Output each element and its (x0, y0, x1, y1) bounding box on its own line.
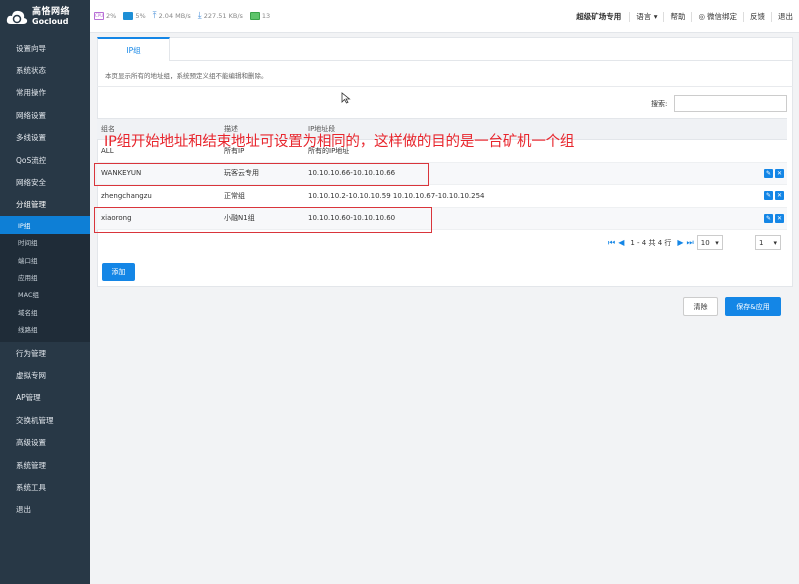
online-devices-icon (249, 12, 260, 20)
sidebar-item-ap[interactable]: AP管理 (0, 387, 90, 409)
mem-value: 5% (135, 12, 146, 20)
topbar: CPU 2% 5% ⤒ 2.04 MB/s ⤓ 227.51 KB/s 13 超级矿场… (90, 0, 799, 33)
edit-icon[interactable]: ✎ (764, 168, 773, 178)
add-button[interactable]: 添加 (102, 263, 135, 281)
help-link[interactable]: 帮助 (663, 11, 691, 22)
sidebar-subitem-mac-group[interactable]: MAC组 (0, 285, 90, 304)
language-label: 语言 (636, 11, 652, 21)
sidebar: 高恪网络 Gocloud 设置向导 系统状态 常用操作 网络设置 多线设置 Qo… (0, 0, 90, 584)
next-page-icon[interactable]: ▶ (677, 238, 683, 247)
annotation-text: IP组开始地址和结束地址可设置为相同的，这样做的目的是一台矿机一个组 (104, 134, 575, 150)
search-input[interactable] (674, 95, 787, 112)
logo: 高恪网络 Gocloud (0, 0, 90, 33)
page-note: 本页显示所有的地址组，系统预定义组不能编辑和删除。 (105, 72, 268, 80)
chevron-down-icon: ▾ (773, 238, 777, 247)
sidebar-item-logout[interactable]: 退出 (0, 499, 90, 521)
delete-icon[interactable]: ✕ (775, 168, 784, 178)
page-size-select[interactable]: 10 ▾ (696, 235, 723, 250)
wechat-icon: ◎ (698, 11, 705, 21)
last-page-icon[interactable]: ⏭ (687, 238, 694, 248)
chevron-down-icon: ▾ (653, 11, 658, 21)
cell-desc: 正常组 (224, 191, 245, 200)
sidebar-item-system-mgmt[interactable]: 系统管理 (0, 454, 90, 476)
page-value: 1 (759, 238, 764, 247)
sidebar-item-setup-wizard[interactable]: 设置向导 (0, 37, 90, 59)
first-page-icon[interactable]: ⏮ (608, 238, 615, 248)
memory-icon (123, 12, 134, 20)
feedback-link[interactable]: 反馈 (743, 11, 771, 22)
wechat-label: 微信绑定 (707, 11, 737, 21)
chevron-down-icon: ▾ (715, 238, 719, 247)
sidebar-item-system-tools[interactable]: 系统工具 (0, 476, 90, 498)
search-label: 搜索: (651, 100, 668, 108)
sidebar-subitem-line-group[interactable]: 线路组 (0, 320, 90, 338)
clear-button[interactable]: 清除 (683, 297, 718, 316)
brand-en: Gocloud (32, 16, 69, 26)
mouse-cursor-icon (341, 92, 351, 104)
table-row: zhengchangzu 正常组 10.10.10.2-10.10.10.59 … (97, 185, 787, 208)
sidebar-item-network-settings[interactable]: 网络设置 (0, 104, 90, 126)
sidebar-item-advanced[interactable]: 高级设置 (0, 431, 90, 453)
delete-icon[interactable]: ✕ (775, 213, 784, 223)
download-value: 227.51 KB/s (203, 12, 243, 20)
annotation-box-wankeyun (94, 163, 429, 186)
cloud-logo-icon (6, 8, 28, 26)
cell-ip: 10.10.10.2-10.10.10.59 10.10.10.67-10.10… (308, 191, 485, 200)
cpu-value: 2% (106, 12, 117, 20)
sidebar-item-system-status[interactable]: 系统状态 (0, 59, 90, 81)
upload-arrow-icon: ⤒ (152, 11, 157, 21)
sidebar-subitem-time-group[interactable]: 时间组 (0, 233, 90, 251)
sidebar-item-common-ops[interactable]: 常用操作 (0, 82, 90, 104)
status-stats: CPU 2% 5% ⤒ 2.04 MB/s ⤓ 227.51 KB/s 13 (90, 11, 274, 21)
tab-divider (97, 60, 793, 61)
sidebar-subitem-port-group[interactable]: 端口组 (0, 250, 90, 269)
download-arrow-icon: ⤓ (197, 11, 202, 21)
sidebar-item-multiline[interactable]: 多线设置 (0, 127, 90, 149)
pagination: ⏮ ◀ 1 - 4 共 4 行 ▶ ⏭ 10 ▾ (608, 235, 723, 250)
upload-value: 2.04 MB/s (158, 12, 191, 20)
sidebar-subitem-ip-group[interactable]: IP组 (0, 216, 90, 234)
online-count: 13 (261, 12, 271, 20)
sidebar-nav: 设置向导 系统状态 常用操作 网络设置 多线设置 QoS流控 网络安全 分组管理… (0, 33, 90, 521)
wechat-bind-link[interactable]: ◎ 微信绑定 (691, 11, 743, 22)
delete-icon[interactable]: ✕ (775, 191, 784, 201)
save-apply-button[interactable]: 保存&应用 (725, 297, 781, 316)
sidebar-item-switch[interactable]: 交换机管理 (0, 409, 90, 431)
mining-mode-link[interactable]: 超级矿场专用 (570, 12, 629, 22)
sidebar-item-network-security[interactable]: 网络安全 (0, 171, 90, 193)
prev-page-icon[interactable]: ◀ (618, 238, 624, 247)
page-size-value: 10 (700, 238, 710, 247)
sidebar-subitem-app-group[interactable]: 应用组 (0, 268, 90, 286)
tab-ip-group[interactable]: IP组 (97, 37, 170, 61)
sidebar-subitem-domain-group[interactable]: 域名组 (0, 303, 90, 321)
edit-icon[interactable]: ✎ (764, 213, 773, 223)
sidebar-item-group-mgmt[interactable]: 分组管理 (0, 194, 90, 216)
annotation-box-xiaorong (94, 207, 432, 233)
pager-info: 1 - 4 共 4 行 (630, 238, 672, 247)
language-link[interactable]: 语言 ▾ (629, 11, 663, 22)
page-select[interactable]: 1 ▾ (755, 235, 781, 250)
brand-cn: 高恪网络 (32, 6, 71, 17)
sidebar-item-qos[interactable]: QoS流控 (0, 149, 90, 171)
note-divider (97, 86, 793, 87)
cell-name: zhengchangzu (101, 191, 152, 200)
sidebar-item-behavior[interactable]: 行为管理 (0, 342, 90, 364)
edit-icon[interactable]: ✎ (764, 191, 773, 201)
cpu-icon: CPU (94, 12, 104, 20)
sidebar-item-vpn[interactable]: 虚拟专网 (0, 364, 90, 386)
logout-link[interactable]: 退出 (771, 11, 799, 22)
top-links: 超级矿场专用 语言 ▾ 帮助 ◎ 微信绑定 反馈 退出 (570, 0, 799, 33)
